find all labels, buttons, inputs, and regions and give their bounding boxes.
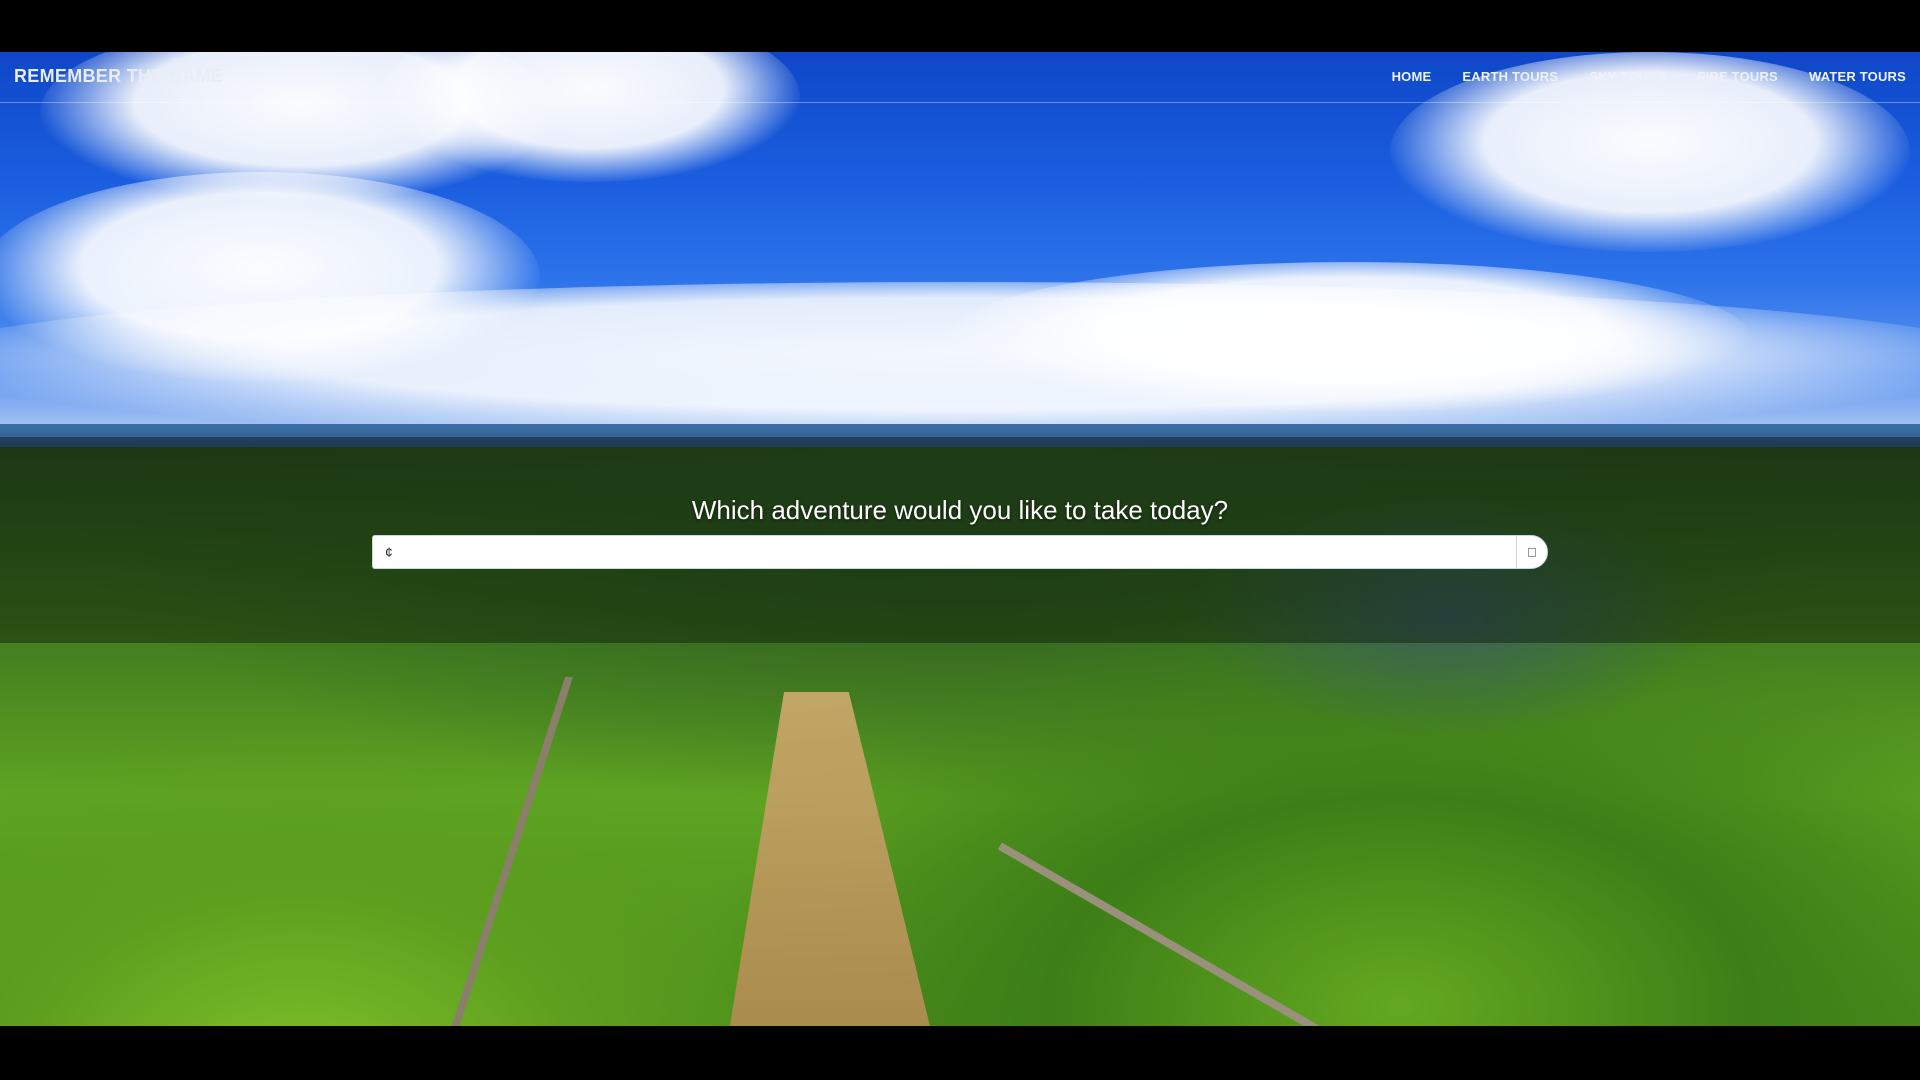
nav-links: HOME EARTH TOURS SKY TOURS FIRE TOURS WA… (1392, 69, 1906, 84)
navbar: REMEMBER THE NAME HOME EARTH TOURS SKY T… (0, 52, 1920, 103)
search-input[interactable] (372, 535, 1516, 569)
brand-logo-text[interactable]: REMEMBER THE NAME (14, 66, 223, 87)
nav-link-water-tours[interactable]: WATER TOURS (1809, 69, 1906, 84)
nav-link-sky-tours[interactable]: SKY TOURS (1589, 69, 1666, 84)
hero-question: Which adventure would you like to take t… (691, 495, 1229, 525)
nav-link-earth-tours[interactable]: EARTH TOURS (1462, 69, 1558, 84)
nav-link-fire-tours[interactable]: FIRE TOURS (1697, 69, 1778, 84)
nav-link-home[interactable]: HOME (1392, 69, 1432, 84)
search-button[interactable] (1516, 535, 1548, 569)
letterbox-bottom (0, 1026, 1920, 1080)
search-icon (1528, 547, 1536, 557)
hero-section: REMEMBER THE NAME HOME EARTH TOURS SKY T… (0, 52, 1920, 1026)
cloud (950, 262, 1750, 412)
letterbox-top (0, 0, 1920, 52)
search-bar (372, 535, 1548, 569)
